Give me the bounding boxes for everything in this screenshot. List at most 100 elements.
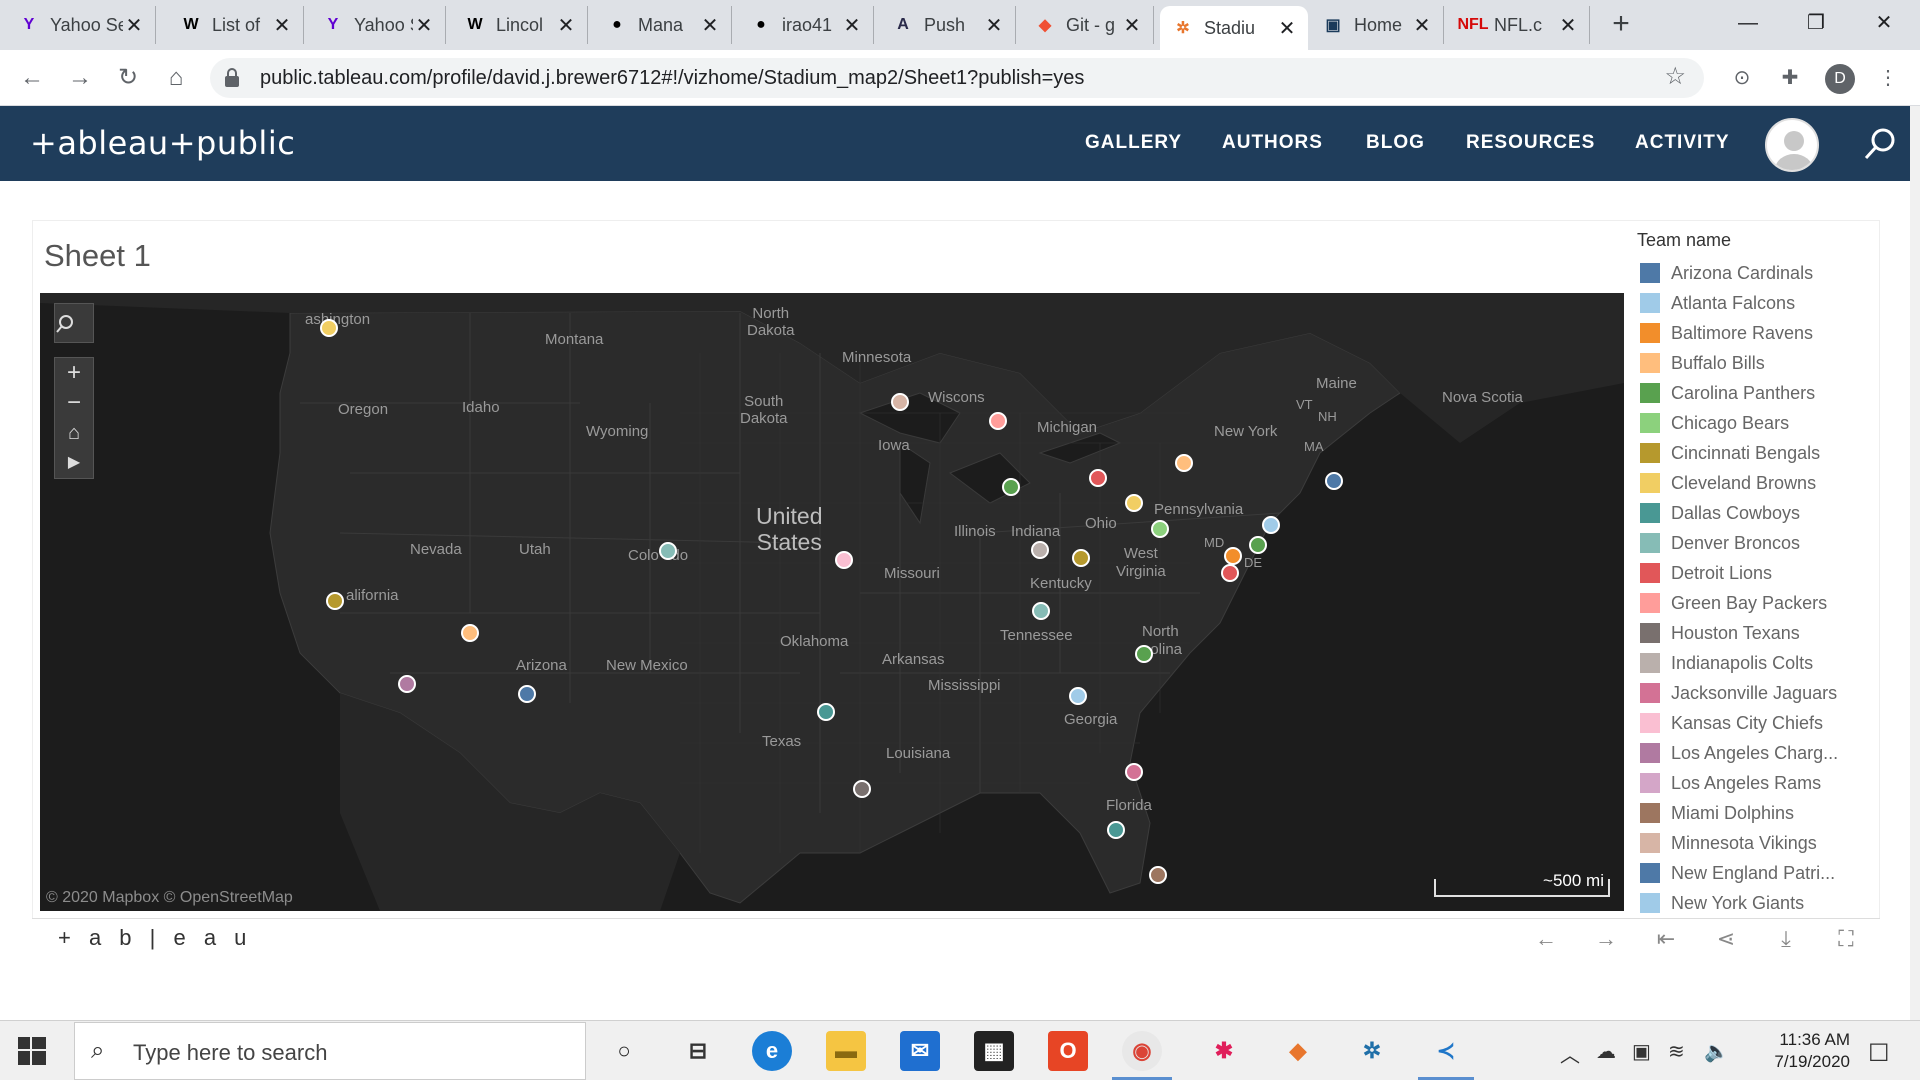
legend-item[interactable]: Baltimore Ravens [1640,318,1880,348]
cortana-icon[interactable]: ○ [604,1031,644,1071]
browser-tab[interactable]: ● irao41 ✕ [738,6,874,44]
stadium-marker[interactable] [1325,472,1343,490]
store-icon[interactable]: ▦ [974,1031,1014,1071]
stadium-marker[interactable] [1175,454,1193,472]
browser-tab[interactable]: ◆ Git - g ✕ [1022,6,1154,44]
browser-tab[interactable]: ● Mana ✕ [594,6,732,44]
tray-chevron-icon[interactable]: ︿ [1560,1039,1580,1068]
reload-button[interactable]: ↻ [110,60,146,96]
legend-item[interactable]: Arizona Cardinals [1640,258,1880,288]
close-tab-icon[interactable]: ✕ [983,13,1005,38]
stadium-marker[interactable] [1032,602,1050,620]
legend-item[interactable]: Kansas City Chiefs [1640,708,1880,738]
legend-item[interactable]: Denver Broncos [1640,528,1880,558]
legend-item[interactable]: Dallas Cowboys [1640,498,1880,528]
legend-item[interactable]: Los Angeles Charg... [1640,738,1880,768]
legend-item[interactable]: Los Angeles Rams [1640,768,1880,798]
stadium-marker[interactable] [853,780,871,798]
browser-tab[interactable]: W Lincol ✕ [452,6,588,44]
fullscreen-icon[interactable]: ⛶ [1832,925,1860,953]
stadium-marker[interactable] [659,542,677,560]
legend-item[interactable]: Atlanta Falcons [1640,288,1880,318]
office-icon[interactable]: O [1048,1031,1088,1071]
close-window-button[interactable]: ✕ [1854,6,1914,40]
stadium-marker[interactable] [398,675,416,693]
stadium-marker[interactable] [518,685,536,703]
undo-icon[interactable]: ← [1532,925,1560,953]
nav-gallery[interactable]: GALLERY [1085,132,1182,154]
profile-avatar[interactable]: D [1825,64,1855,94]
onedrive-icon[interactable]: ☁ [1596,1039,1616,1064]
legend-item[interactable]: Minnesota Vikings [1640,828,1880,858]
close-tab-icon[interactable]: ✕ [271,13,293,38]
zoom-out-button[interactable]: − [55,388,93,418]
chrome-icon[interactable]: ◉ [1122,1031,1162,1071]
browser-tab[interactable]: NFL NFL.c ✕ [1450,6,1590,44]
nav-authors[interactable]: AUTHORS [1222,132,1323,154]
legend-item[interactable]: Green Bay Packers [1640,588,1880,618]
stadium-marker[interactable] [1089,469,1107,487]
user-avatar[interactable] [1765,118,1819,172]
legend-item[interactable]: New York Giants [1640,888,1880,918]
pan-tools-button[interactable]: ▶ [55,448,93,478]
stadium-marker[interactable] [320,319,338,337]
stadium-marker[interactable] [1221,564,1239,582]
stadium-map[interactable]: ashington Montana North Dakota Minnesota… [40,293,1624,911]
tableau-app-icon[interactable]: ✲ [1352,1031,1392,1071]
browser-tab[interactable]: W List of ✕ [168,6,304,44]
stadium-marker[interactable] [1135,645,1153,663]
sourcetree-icon[interactable]: ◆ [1278,1031,1318,1071]
nav-activity[interactable]: ACTIVITY [1635,132,1730,154]
mail-icon[interactable]: ✉ [900,1031,940,1071]
bookmark-star-icon[interactable]: ☆ [1664,62,1686,91]
legend-item[interactable]: Miami Dolphins [1640,798,1880,828]
legend-item[interactable]: Cincinnati Bengals [1640,438,1880,468]
browser-tab[interactable]: Y Yahoo Sea✕ [310,6,446,44]
map-search-button[interactable] [54,303,94,343]
close-tab-icon[interactable]: ✕ [123,13,145,38]
stadium-marker[interactable] [1249,536,1267,554]
search-icon[interactable] [1863,126,1899,162]
stadium-marker[interactable] [1002,478,1020,496]
close-tab-icon[interactable]: ✕ [1276,16,1298,41]
stadium-marker[interactable] [1151,520,1169,538]
browser-tab[interactable]: A Push ✕ [880,6,1016,44]
stadium-marker[interactable] [1149,866,1167,884]
stadium-marker[interactable] [835,551,853,569]
legend-item[interactable]: Buffalo Bills [1640,348,1880,378]
close-tab-icon[interactable]: ✕ [841,13,863,38]
stadium-marker[interactable] [1125,763,1143,781]
nav-resources[interactable]: RESOURCES [1466,132,1595,154]
nav-blog[interactable]: BLOG [1366,132,1425,154]
stadium-marker[interactable] [1224,547,1242,565]
zoom-in-button[interactable]: + [55,358,93,388]
page-scrollbar[interactable] [1910,106,1920,1020]
close-tab-icon[interactable]: ✕ [413,13,435,38]
legend-item[interactable]: Houston Texans [1640,618,1880,648]
close-tab-icon[interactable]: ✕ [1411,13,1433,38]
home-button[interactable]: ⌂ [158,60,194,96]
legend-item[interactable]: New England Patri... [1640,858,1880,888]
redo-icon[interactable]: → [1592,925,1620,953]
browser-menu-icon[interactable]: ⋮ [1872,62,1904,94]
close-tab-icon[interactable]: ✕ [699,13,721,38]
vscode-icon[interactable]: ≺ [1426,1031,1466,1071]
edge-icon[interactable]: e [752,1031,792,1071]
reset-home-button[interactable]: ⌂ [55,418,93,448]
new-tab-button[interactable]: + [1604,8,1638,42]
legend-item[interactable]: Indianapolis Colts [1640,648,1880,678]
stadium-marker[interactable] [1125,494,1143,512]
download-icon[interactable]: ⤓ [1772,925,1800,953]
tray-app-icon[interactable]: ▣ [1632,1039,1651,1064]
notifications-icon[interactable]: ☐ [1868,1039,1890,1068]
restore-button[interactable]: ❐ [1786,6,1846,40]
browser-tab[interactable]: Y Yahoo Sea✕ [6,6,156,44]
address-bar[interactable]: public.tableau.com/profile/david.j.brewe… [210,58,1704,98]
legend-item[interactable]: Chicago Bears [1640,408,1880,438]
taskbar-search-box[interactable]: ⌕ Type here to search [74,1022,586,1080]
share-icon[interactable]: ⋖ [1712,925,1740,953]
task-view-icon[interactable]: ⊟ [678,1031,718,1071]
file-explorer-icon[interactable]: ▬ [826,1031,866,1071]
puzzle-extensions-icon[interactable]: ✚ [1774,62,1806,94]
browser-tab[interactable]: ▣ Home ✕ [1310,6,1444,44]
